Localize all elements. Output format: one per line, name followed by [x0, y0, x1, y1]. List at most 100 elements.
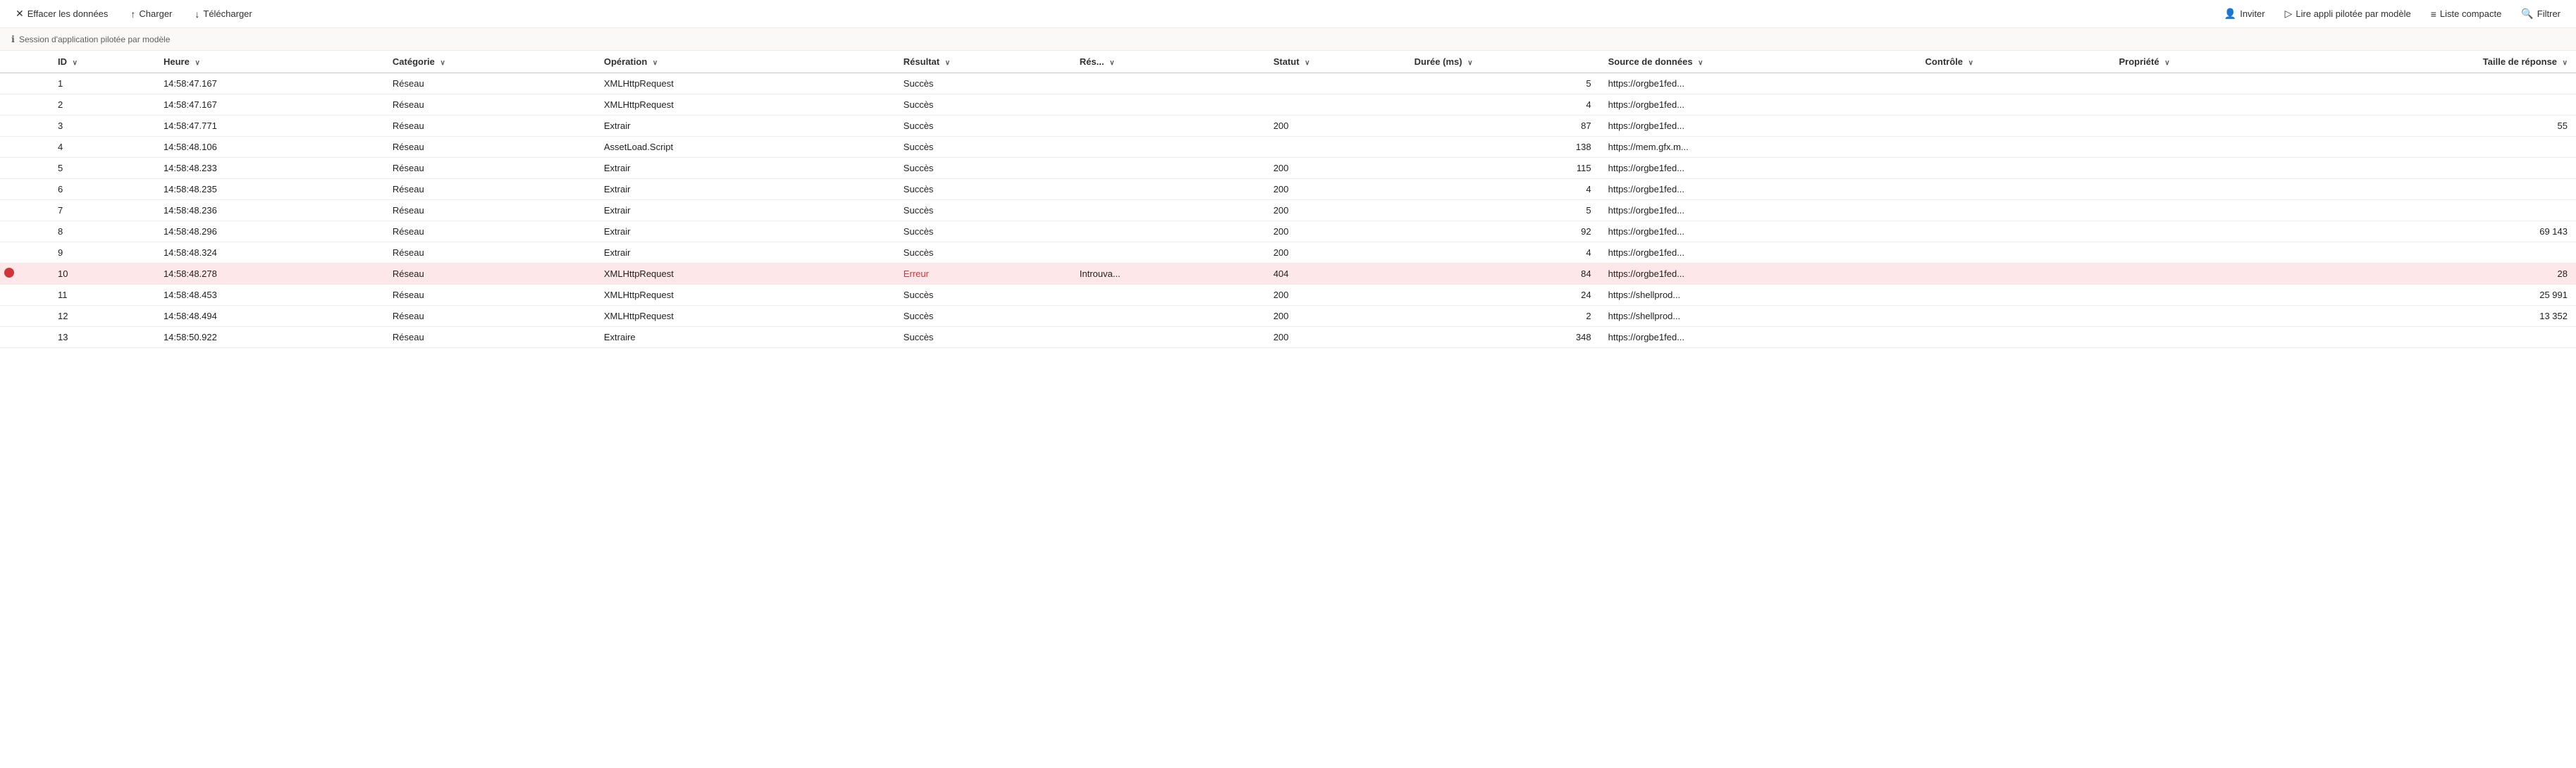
cell-datasource: https://orgbe1fed... [1600, 264, 1917, 285]
table-row[interactable]: 914:58:48.324RéseauExtrairSuccès2004http… [0, 242, 2576, 264]
col-id[interactable]: ID ∨ [49, 51, 155, 73]
cell-control [1917, 306, 2111, 327]
download-button[interactable]: ↓ Télécharger [190, 6, 256, 23]
table-row[interactable]: 214:58:47.167RéseauXMLHttpRequestSuccès4… [0, 94, 2576, 116]
cell-id: 8 [49, 221, 155, 242]
cell-time: 14:58:48.236 [155, 200, 384, 221]
cell-datasource: https://orgbe1fed... [1600, 200, 1917, 221]
table-row[interactable]: 614:58:48.235RéseauExtrairSuccès2004http… [0, 179, 2576, 200]
cell-time: 14:58:48.233 [155, 158, 384, 179]
col-time[interactable]: Heure ∨ [155, 51, 384, 73]
col-datasource[interactable]: Source de données ∨ [1600, 51, 1917, 73]
person-icon: 👤 [2224, 8, 2236, 20]
cell-control [1917, 285, 2111, 306]
col-duration[interactable]: Durée (ms) ∨ [1406, 51, 1600, 73]
cell-operation: XMLHttpRequest [596, 264, 895, 285]
cell-result: Succès [895, 242, 1071, 264]
col-size[interactable]: Taille de réponse ∨ [2322, 51, 2576, 73]
cell-category: Réseau [384, 327, 596, 348]
col-result2[interactable]: Rés... ∨ [1071, 51, 1265, 73]
cell-status: 200 [1265, 285, 1406, 306]
filter-icon: 🔍 [2521, 8, 2533, 20]
cell-id: 4 [49, 137, 155, 158]
cell-result2 [1071, 94, 1265, 116]
cell-status: 200 [1265, 327, 1406, 348]
cell-category: Réseau [384, 285, 596, 306]
cell-control [1917, 242, 2111, 264]
cell-size [2322, 158, 2576, 179]
load-label: Charger [139, 8, 172, 19]
cell-time: 14:58:48.324 [155, 242, 384, 264]
cell-datasource: https://orgbe1fed... [1600, 327, 1917, 348]
table-row[interactable]: 414:58:48.106RéseauAssetLoad.ScriptSuccè… [0, 137, 2576, 158]
error-indicator-cell [0, 306, 49, 327]
cell-size: 55 [2322, 116, 2576, 137]
cell-result2 [1071, 327, 1265, 348]
error-indicator-cell [0, 264, 49, 285]
col-result[interactable]: Résultat ∨ [895, 51, 1071, 73]
cell-id: 5 [49, 158, 155, 179]
cell-size: 69 143 [2322, 221, 2576, 242]
table-row[interactable]: 514:58:48.233RéseauExtrairSuccès200115ht… [0, 158, 2576, 179]
table-row[interactable]: 1214:58:48.494RéseauXMLHttpRequestSuccès… [0, 306, 2576, 327]
cell-time: 14:58:47.771 [155, 116, 384, 137]
clear-label: Effacer les données [27, 8, 109, 19]
cell-datasource: https://shellprod... [1600, 306, 1917, 327]
col-operation[interactable]: Opération ∨ [596, 51, 895, 73]
cell-operation: XMLHttpRequest [596, 285, 895, 306]
toolbar-right: 👤 Inviter ▷ Lire appli pilotée par modèl… [2220, 5, 2565, 23]
size-sort-icon: ∨ [2563, 59, 2568, 67]
cell-property [2111, 221, 2322, 242]
compact-label: Liste compacte [2440, 8, 2501, 19]
op-sort-icon: ∨ [653, 59, 658, 67]
table-row[interactable]: 814:58:48.296RéseauExtrairSuccès20092htt… [0, 221, 2576, 242]
load-button[interactable]: ↑ Charger [126, 6, 176, 23]
table-row[interactable]: 1014:58:48.278RéseauXMLHttpRequestErreur… [0, 264, 2576, 285]
cell-datasource: https://orgbe1fed... [1600, 73, 1917, 94]
col-control[interactable]: Contrôle ∨ [1917, 51, 2111, 73]
table-row[interactable]: 314:58:47.771RéseauExtrairSuccès20087htt… [0, 116, 2576, 137]
filter-button[interactable]: 🔍 Filtrer [2517, 5, 2565, 23]
cell-property [2111, 158, 2322, 179]
run-label: Lire appli pilotée par modèle [2295, 8, 2410, 19]
filter-label: Filtrer [2537, 8, 2560, 19]
table-row[interactable]: 714:58:48.236RéseauExtrairSuccès2005http… [0, 200, 2576, 221]
cell-id: 6 [49, 179, 155, 200]
cell-result: Succès [895, 137, 1071, 158]
cell-id: 12 [49, 306, 155, 327]
cell-property [2111, 306, 2322, 327]
cell-category: Réseau [384, 221, 596, 242]
cell-status [1265, 94, 1406, 116]
cell-duration: 5 [1406, 73, 1600, 94]
cell-duration: 84 [1406, 264, 1600, 285]
invite-label: Inviter [2240, 8, 2264, 19]
col-status[interactable]: Statut ∨ [1265, 51, 1406, 73]
table-row[interactable]: 1314:58:50.922RéseauExtraireSuccès200348… [0, 327, 2576, 348]
table-row[interactable]: 114:58:47.167RéseauXMLHttpRequestSuccès5… [0, 73, 2576, 94]
cell-time: 14:58:47.167 [155, 94, 384, 116]
compact-list-button[interactable]: ≡ Liste compacte [2427, 6, 2506, 23]
session-text: Session d'application pilotée par modèle [19, 35, 170, 44]
cell-property [2111, 327, 2322, 348]
cell-id: 2 [49, 94, 155, 116]
cell-id: 3 [49, 116, 155, 137]
run-model-button[interactable]: ▷ Lire appli pilotée par modèle [2281, 5, 2415, 23]
table-row[interactable]: 1114:58:48.453RéseauXMLHttpRequestSuccès… [0, 285, 2576, 306]
cell-category: Réseau [384, 264, 596, 285]
cell-operation: Extrair [596, 158, 895, 179]
cell-duration: 87 [1406, 116, 1600, 137]
invite-button[interactable]: 👤 Inviter [2220, 5, 2269, 23]
dur-sort-icon: ∨ [1467, 59, 1472, 67]
error-indicator-cell [0, 285, 49, 306]
cell-duration: 115 [1406, 158, 1600, 179]
cell-category: Réseau [384, 200, 596, 221]
cell-property [2111, 179, 2322, 200]
col-category[interactable]: Catégorie ∨ [384, 51, 596, 73]
col-property[interactable]: Propriété ∨ [2111, 51, 2322, 73]
cell-category: Réseau [384, 116, 596, 137]
cell-result: Succès [895, 158, 1071, 179]
cell-status: 200 [1265, 242, 1406, 264]
cell-operation: Extrair [596, 221, 895, 242]
cell-control [1917, 158, 2111, 179]
clear-button[interactable]: ✕ Effacer les données [11, 5, 112, 23]
